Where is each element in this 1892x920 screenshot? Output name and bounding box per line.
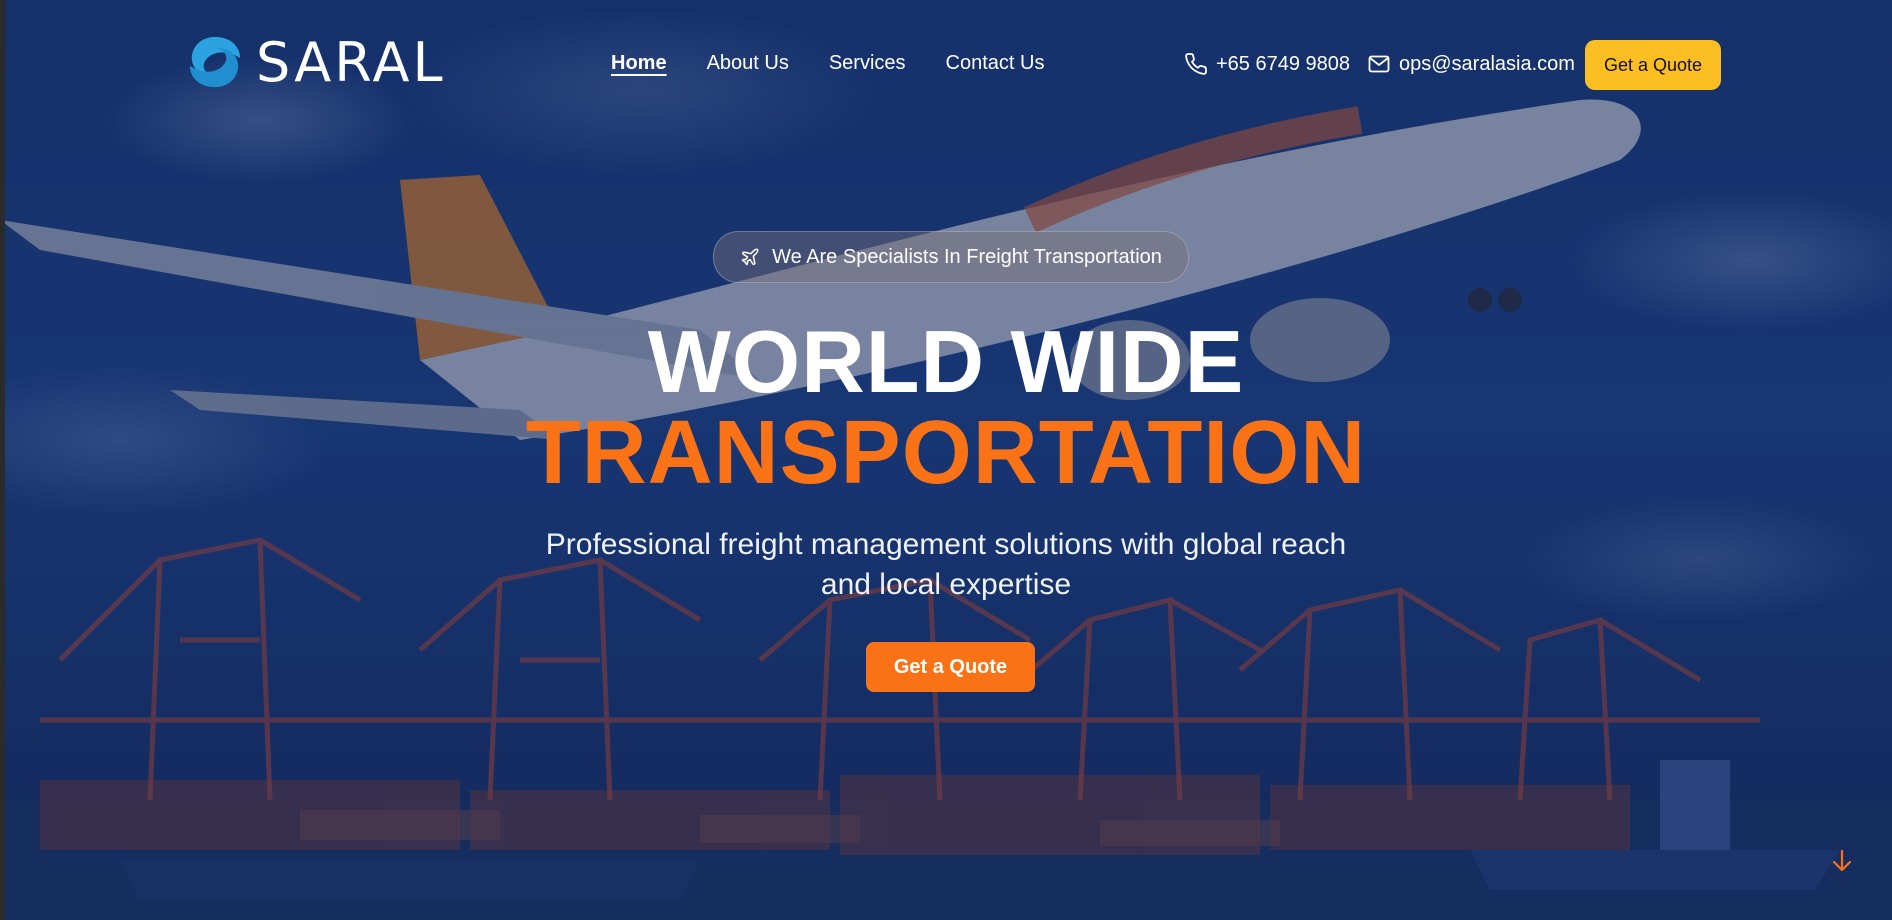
- brand-logo[interactable]: SARAL: [186, 30, 446, 94]
- hero-title-line1: WORLD WIDE: [647, 312, 1245, 411]
- badge-text: We Are Specialists In Freight Transporta…: [772, 245, 1162, 268]
- swirl-logo-icon: [189, 36, 241, 88]
- hero-subtitle: Professional freight management solution…: [0, 525, 1892, 605]
- mail-icon: [1368, 55, 1390, 73]
- plane-icon: [741, 248, 759, 266]
- hero-section: SARAL Home About Us Services Contact Us …: [0, 0, 1892, 920]
- nav-menu: Home About Us Services Contact Us: [611, 52, 1044, 75]
- nav-contact-us[interactable]: Contact Us: [946, 52, 1045, 75]
- nav-about-us[interactable]: About Us: [707, 52, 789, 75]
- hero-subtitle-line1: Professional freight management solution…: [545, 528, 1347, 561]
- specialist-badge: We Are Specialists In Freight Transporta…: [713, 231, 1189, 283]
- phone-icon: [1185, 53, 1207, 75]
- email-contact[interactable]: ops@saralasia.com: [1367, 52, 1575, 76]
- email-address: ops@saralasia.com: [1399, 52, 1575, 75]
- top-navigation: SARAL Home About Us Services Contact Us …: [0, 0, 1892, 130]
- nav-home[interactable]: Home: [611, 52, 667, 75]
- phone-number: +65 6749 9808: [1216, 52, 1351, 75]
- arrow-down-icon[interactable]: [1830, 848, 1854, 874]
- hero-title-line2: TRANSPORTATION: [525, 403, 1367, 503]
- phone-contact[interactable]: +65 6749 9808: [1184, 52, 1350, 76]
- hero-get-quote-button[interactable]: Get a Quote: [866, 642, 1035, 692]
- brand-name: SARAL: [256, 30, 446, 94]
- hero-subtitle-line2: and local expertise: [820, 568, 1072, 601]
- nav-services[interactable]: Services: [829, 52, 906, 75]
- header-get-quote-button[interactable]: Get a Quote: [1585, 40, 1721, 90]
